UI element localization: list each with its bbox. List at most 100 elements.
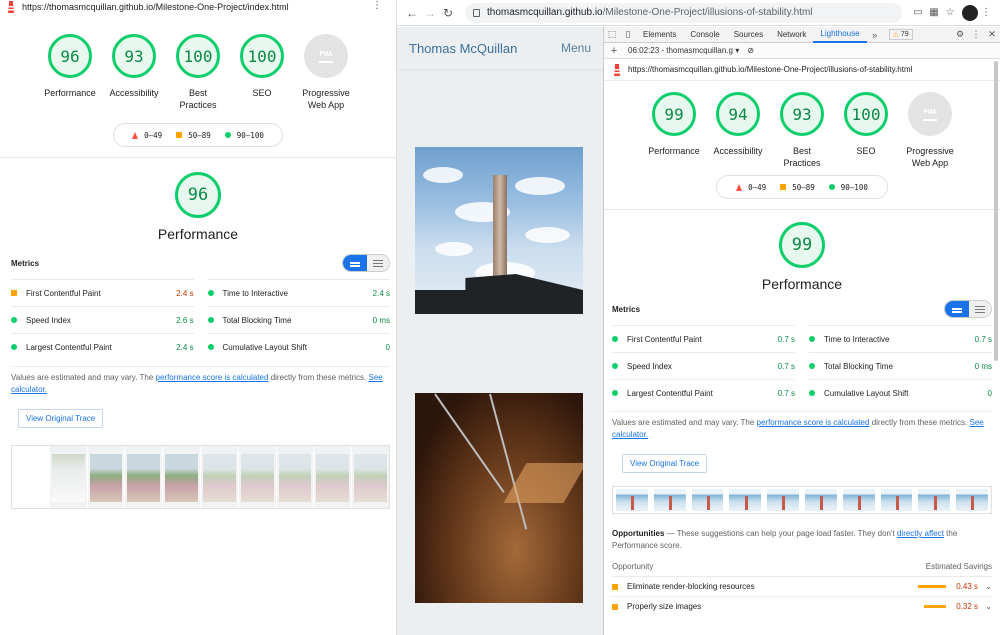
opportunity-row[interactable]: Eliminate render-blocking resources 0.43…: [612, 576, 992, 596]
gauge-label: Progressive Web App: [302, 88, 350, 110]
chevron-down-icon[interactable]: ⌄: [978, 582, 992, 591]
tab-sources[interactable]: Sources: [727, 27, 770, 43]
gauge-best-practices[interactable]: 93 Best Practices: [770, 92, 834, 169]
more-tabs-icon[interactable]: »: [867, 30, 883, 40]
view-original-trace-button[interactable]: View Original Trace: [622, 454, 708, 473]
metric-value: 2.6 s: [176, 315, 194, 325]
gauge-pwa[interactable]: PWA Progressive Web App: [898, 92, 962, 169]
gauge-performance[interactable]: 99 Performance: [642, 92, 706, 169]
filmstrip-frame: [653, 489, 686, 511]
metric-name: Cumulative Layout Shift: [222, 342, 308, 352]
address-bar[interactable]: thomasmcquillan.github.io/Milestone-One-…: [465, 2, 902, 23]
devtools-scrollbar[interactable]: [994, 61, 998, 361]
gauge-pwa[interactable]: PWA Progressive Web App: [294, 34, 358, 111]
gauge-label: Performance: [44, 88, 96, 98]
qr-code-icon[interactable]: ▦: [926, 7, 942, 18]
filmstrip-frame: [918, 489, 951, 511]
lighthouse-icon: [614, 63, 620, 76]
tab-elements[interactable]: Elements: [636, 27, 683, 43]
pwa-badge: PWA: [908, 92, 952, 136]
tab-lighthouse[interactable]: Lighthouse: [813, 27, 867, 43]
chevron-down-icon[interactable]: ⌄: [978, 602, 992, 611]
pwa-dash-icon: [319, 60, 333, 63]
circle-icon: [207, 317, 214, 323]
close-icon[interactable]: ✕: [984, 29, 1000, 40]
metric-value: 0.7 s: [974, 334, 992, 344]
gauge-accessibility[interactable]: 93 Accessibility: [102, 34, 166, 111]
opportunity-row[interactable]: Properly size images 0.32 s ⌄: [612, 596, 992, 616]
report-select-value: 06:02:23 - thomasmcquillan.g: [628, 46, 733, 55]
metrics-view-toggle[interactable]: [944, 300, 992, 318]
metric-value: 0: [987, 388, 992, 398]
lighthouse-toolbar: + 06:02:23 - thomasmcquillan.g ▾ ⊘: [604, 43, 1000, 59]
website-viewport: Thomas McQuillan Menu: [397, 27, 603, 635]
performance-title: Performance: [157, 226, 239, 242]
score-gauges: 96 Performance 93 Accessibility 100 Best…: [0, 34, 396, 111]
profile-avatar[interactable]: [962, 4, 978, 21]
toggle-summary-icon[interactable]: [945, 301, 969, 317]
filmstrip-frame: [352, 446, 389, 508]
site-menu-button[interactable]: Menu: [561, 41, 591, 55]
lighthouse-icon: [8, 1, 14, 13]
reload-icon[interactable]: ↻: [439, 6, 457, 20]
pwa-badge: PWA: [304, 34, 348, 78]
more-vert-icon[interactable]: ⋮: [978, 7, 994, 18]
metric-row: First Contentful Paint 0.7 s: [612, 325, 795, 352]
toggle-list-icon[interactable]: [367, 255, 389, 271]
score-gauges: 99 Performance 94 Accessibility 93 Best …: [604, 92, 1000, 169]
metrics-view-toggle[interactable]: [342, 254, 390, 272]
lock-icon: [473, 8, 480, 17]
savings-bar: [918, 585, 946, 588]
devtools-panel: ⬚ ▯ Elements Console Sources Network Lig…: [603, 27, 1000, 635]
gauge-best-practices[interactable]: 100 Best Practices: [166, 34, 230, 111]
gauge-seo[interactable]: 100 SEO: [834, 92, 898, 169]
opportunity-name: Properly size images: [627, 602, 702, 611]
square-icon: [780, 184, 787, 190]
filmstrip-frame: [200, 446, 238, 508]
gauge-label: SEO: [856, 146, 876, 156]
metric-name: Time to Interactive: [222, 288, 289, 298]
score-calculated-link[interactable]: performance score is calculated: [156, 373, 269, 382]
filmstrip-frame: [616, 489, 648, 511]
performance-section-header: 99 Performance: [604, 222, 1000, 292]
inspect-icon[interactable]: ⬚: [604, 29, 620, 40]
filmstrip-frame: [238, 446, 276, 508]
tab-console[interactable]: Console: [683, 27, 726, 43]
column-estimated-savings: Estimated Savings: [925, 562, 992, 571]
filmstrip-frame: [125, 446, 163, 508]
view-original-trace-button[interactable]: View Original Trace: [18, 409, 104, 428]
site-title[interactable]: Thomas McQuillan: [409, 41, 517, 56]
metric-name: Total Blocking Time: [222, 315, 292, 325]
directly-affect-link[interactable]: directly affect: [897, 529, 944, 538]
device-toolbar-icon[interactable]: ▯: [620, 29, 636, 40]
clear-icon[interactable]: ⊘: [747, 46, 754, 55]
url-host: thomasmcquillan.github.io: [487, 7, 603, 18]
more-vert-icon[interactable]: ⋮: [968, 29, 984, 40]
toggle-list-icon[interactable]: [969, 301, 991, 317]
gear-icon[interactable]: ⚙: [952, 29, 968, 40]
plus-icon[interactable]: +: [608, 45, 620, 57]
toggle-summary-icon[interactable]: [343, 255, 367, 271]
more-vert-icon[interactable]: ⋮: [372, 0, 382, 11]
metric-value: 2.4 s: [176, 288, 194, 298]
back-icon[interactable]: ←: [403, 6, 421, 20]
report-select[interactable]: 06:02:23 - thomasmcquillan.g ▾: [628, 46, 739, 55]
gauge-score: 93: [112, 34, 156, 78]
warnings-badge[interactable]: ⚠ 79: [888, 29, 913, 40]
metric-row: Total Blocking Time 0 ms: [809, 352, 992, 379]
gauge-performance[interactable]: 96 Performance: [38, 34, 102, 111]
circle-icon: [207, 290, 214, 296]
score-calculated-link[interactable]: performance score is calculated: [757, 418, 870, 427]
gauge-seo[interactable]: 100 SEO: [230, 34, 294, 111]
estimate-note: Values are estimated and may vary. The p…: [11, 366, 390, 396]
gauge-accessibility[interactable]: 94 Accessibility: [706, 92, 770, 169]
tab-network[interactable]: Network: [770, 27, 813, 43]
warning-count: 79: [900, 31, 909, 38]
star-icon[interactable]: ☆: [942, 7, 958, 18]
filmstrip-frame: [804, 489, 837, 511]
cast-icon[interactable]: ▭: [910, 7, 926, 18]
metric-row: First Contentful Paint 2.4 s: [11, 279, 194, 306]
forward-icon[interactable]: →: [421, 6, 439, 20]
legend-red: 0–49: [748, 182, 767, 192]
metrics-grid: First Contentful Paint 2.4 s Time to Inte…: [11, 279, 390, 360]
